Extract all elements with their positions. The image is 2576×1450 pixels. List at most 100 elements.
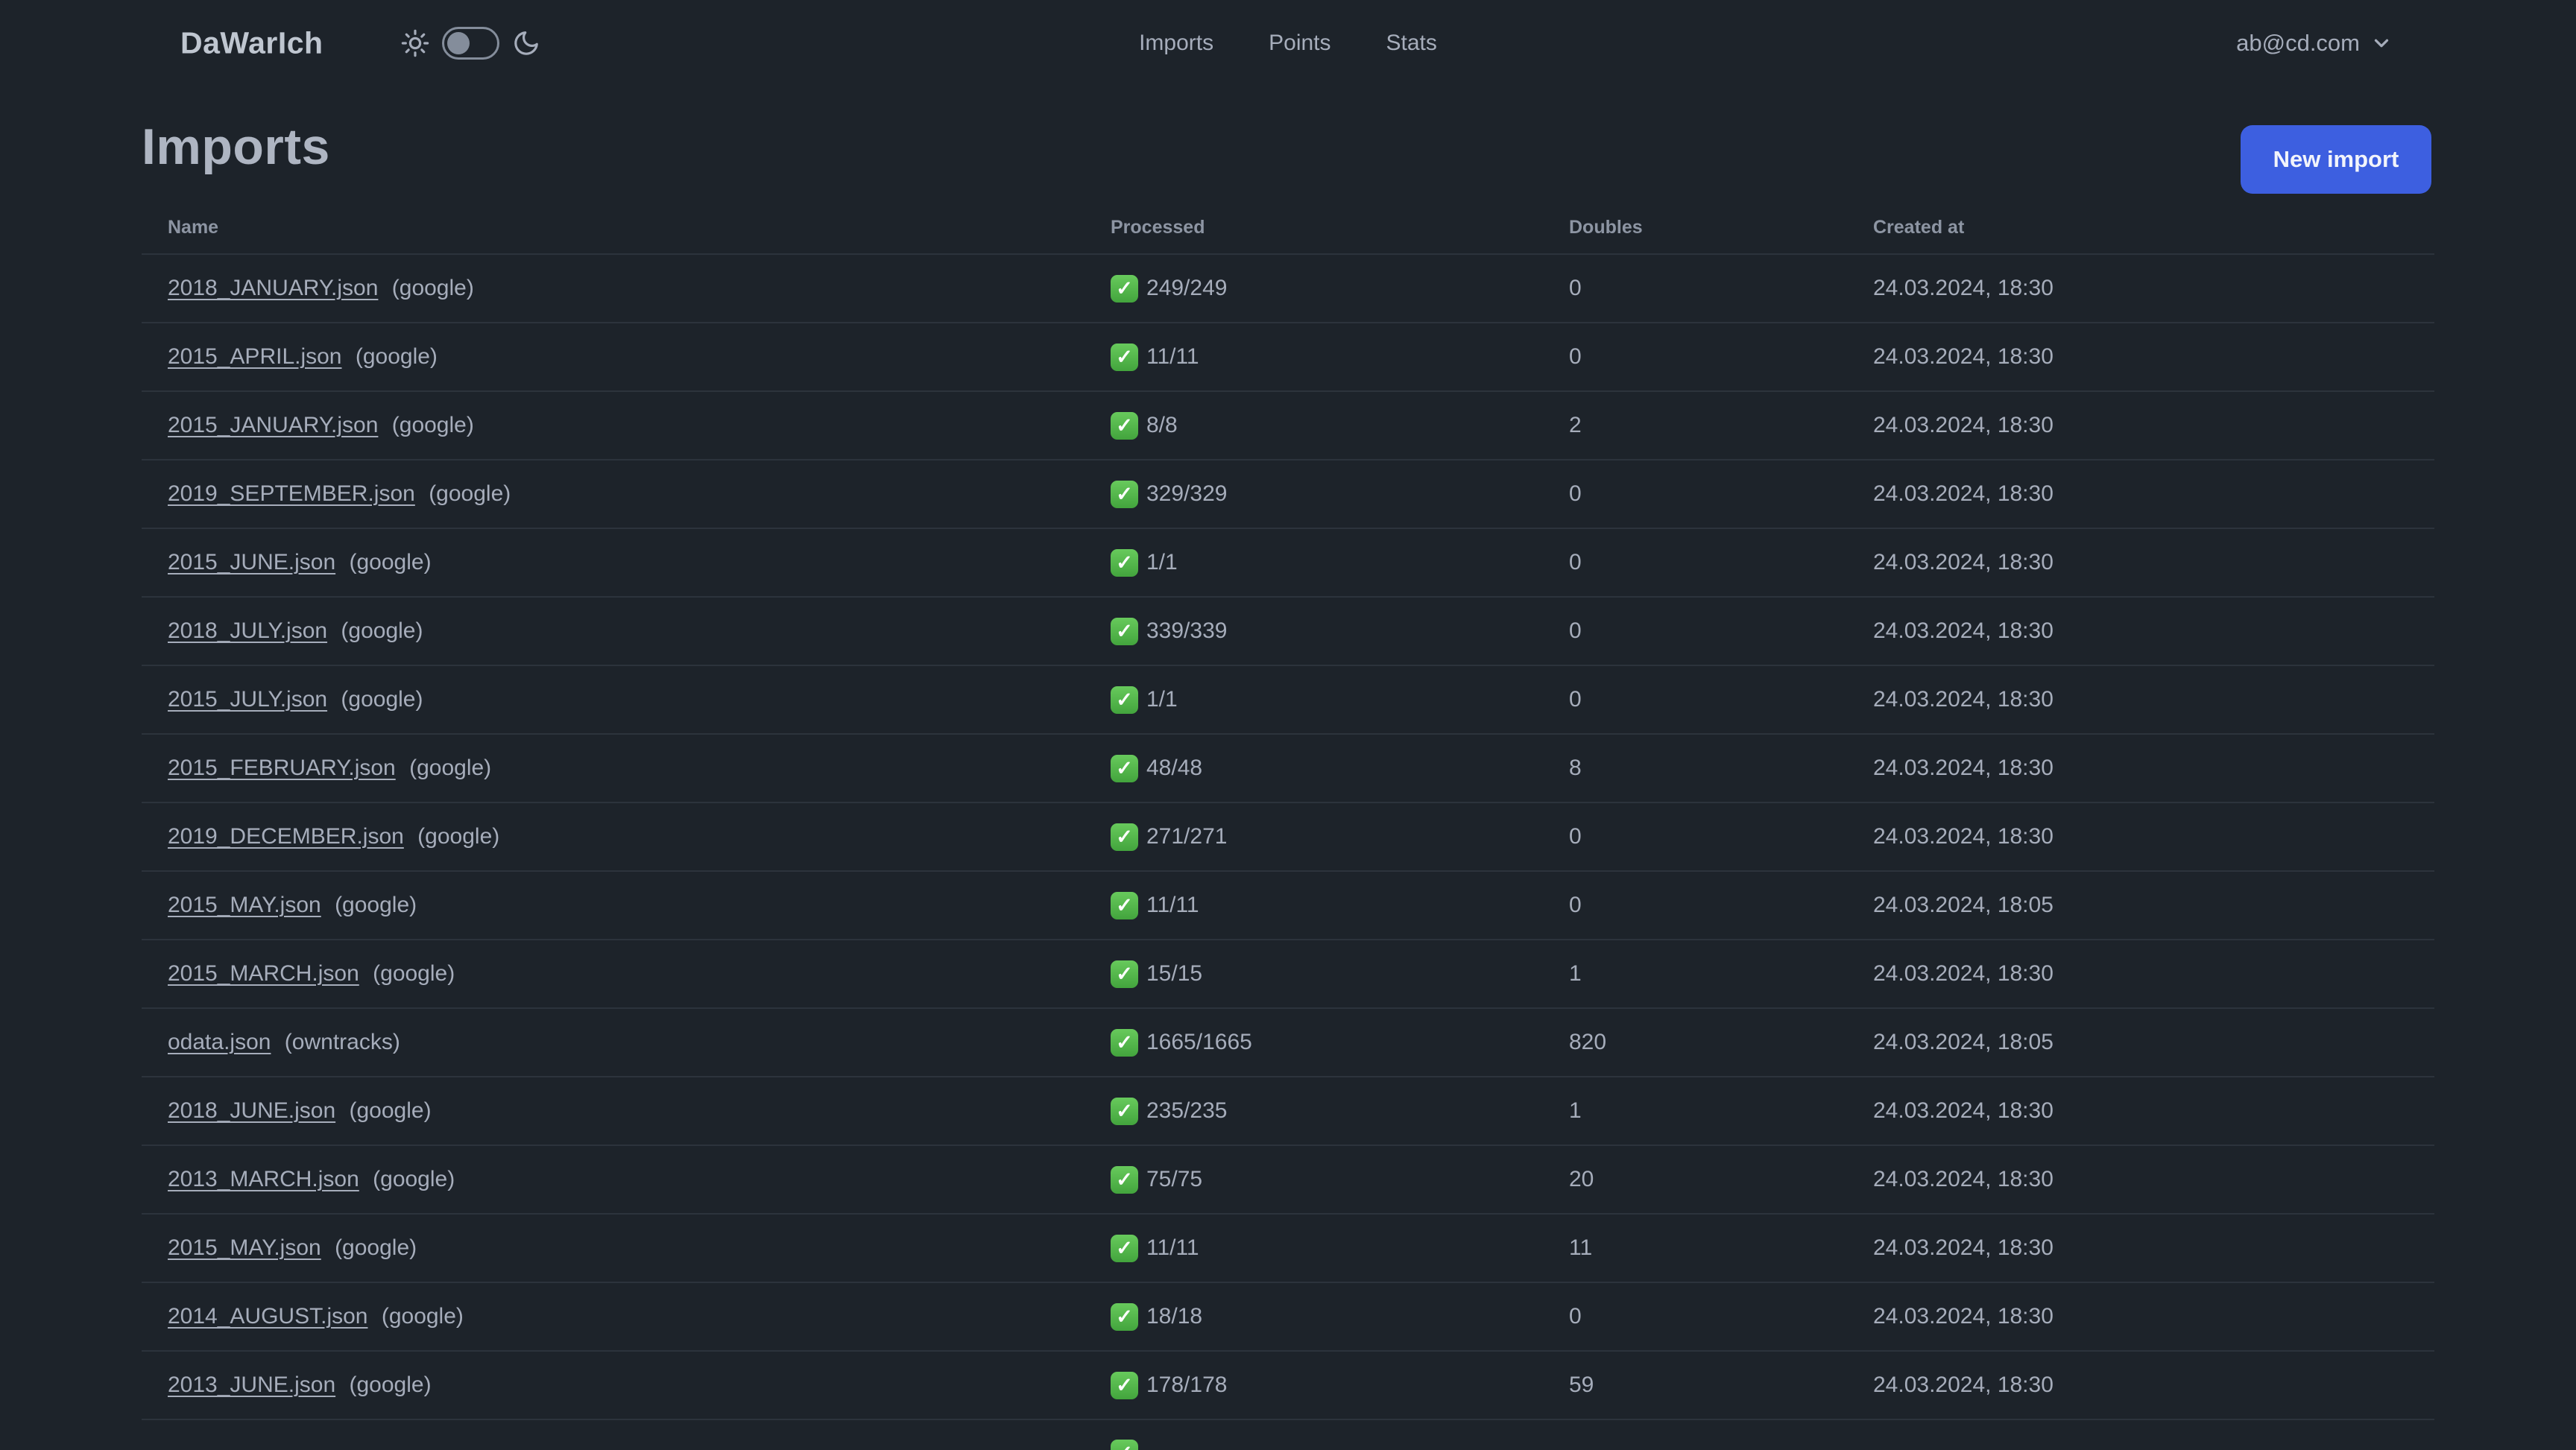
import-source-label: (google) <box>349 550 432 574</box>
processed-count: 249/249 <box>1146 276 1228 300</box>
table-row: 2015_MAY.json (google) ✓ 11/11 0 24.03.2… <box>142 870 2434 939</box>
import-file-link[interactable]: 2013_JUNE.json <box>168 1373 335 1397</box>
name-cell: 2019_DECEMBER.json (google) <box>142 824 1111 849</box>
processed-cell: ✓ 249/249 <box>1111 274 1569 303</box>
name-cell: 2019_SEPTEMBER.json (google) <box>142 481 1111 507</box>
created-at: 24.03.2024, 18:30 <box>1873 687 2053 712</box>
column-header-created-at: Created at <box>1873 216 1965 238</box>
theme-toggle-switch[interactable] <box>442 27 499 60</box>
success-check-icon: ✓ <box>1111 343 1138 371</box>
table-header-row: Name Processed Doubles Created at <box>142 201 2434 253</box>
name-cell: 2015_MAY.json (google) <box>142 893 1111 918</box>
sun-icon <box>401 29 429 57</box>
import-file-link[interactable]: 2018_JUNE.json <box>168 1098 335 1123</box>
import-file-link[interactable]: 2015_MAY.json <box>168 893 321 917</box>
created-at: 24.03.2024, 18:30 <box>1873 1373 2053 1397</box>
import-file-link[interactable]: 2018_JULY.json <box>168 618 327 643</box>
user-menu[interactable]: ab@cd.com <box>2236 30 2393 57</box>
name-cell: 2018_JUNE.json (google) <box>142 1098 1111 1124</box>
column-header-processed: Processed <box>1111 216 1205 238</box>
import-file-link[interactable]: odata.json <box>168 1030 271 1054</box>
created-at: 24.03.2024, 18:30 <box>1873 1098 2053 1123</box>
import-file-link[interactable]: 2015_FEBRUARY.json <box>168 756 396 780</box>
import-file-link[interactable]: 2019_DECEMBER.json <box>168 824 404 849</box>
created-at: 24.03.2024, 18:30 <box>1873 344 2053 369</box>
name-cell: 2015_JULY.json (google) <box>142 687 1111 712</box>
app-logo[interactable]: DaWarIch <box>180 26 323 61</box>
processed-count: 11/11 <box>1146 893 1199 917</box>
import-file-link[interactable]: 2013_MARCH.json <box>168 1167 359 1191</box>
doubles-count: 0 <box>1569 550 1582 574</box>
doubles-count: 0 <box>1569 824 1582 849</box>
import-file-link[interactable]: 2014_AUGUST.json <box>168 1304 367 1329</box>
doubles-count: 0 <box>1569 1304 1582 1329</box>
doubles-count: 0 <box>1569 481 1582 506</box>
import-file-link[interactable]: 2018_JANUARY.json <box>168 276 378 300</box>
nav-link-imports[interactable]: Imports <box>1139 31 1213 56</box>
table-row: 2018_JULY.json (google) ✓ 339/339 0 24.0… <box>142 596 2434 665</box>
success-check-icon: ✓ <box>1111 1440 1138 1450</box>
table-row-partial: ✓ <box>142 1419 2434 1450</box>
import-file-link[interactable]: 2015_MAY.json <box>168 1235 321 1260</box>
table-row: 2015_JUNE.json (google) ✓ 1/1 0 24.03.20… <box>142 528 2434 596</box>
import-file-link[interactable]: 2015_JUNE.json <box>168 550 335 574</box>
doubles-count: 1 <box>1569 961 1582 986</box>
import-source-label: (google) <box>381 1304 464 1329</box>
created-at: 24.03.2024, 18:30 <box>1873 824 2053 849</box>
processed-count: 11/11 <box>1146 1235 1199 1260</box>
success-check-icon: ✓ <box>1111 960 1138 988</box>
import-file-link[interactable]: 2015_JULY.json <box>168 687 327 712</box>
success-check-icon: ✓ <box>1111 754 1138 782</box>
table-row: 2015_JULY.json (google) ✓ 1/1 0 24.03.20… <box>142 665 2434 733</box>
processed-count: 48/48 <box>1146 756 1203 780</box>
processed-count: 329/329 <box>1146 481 1228 506</box>
success-check-icon: ✓ <box>1111 1097 1138 1125</box>
doubles-count: 820 <box>1569 1030 1607 1054</box>
import-file-link[interactable]: 2019_SEPTEMBER.json <box>168 481 415 506</box>
processed-count: 235/235 <box>1146 1098 1228 1123</box>
doubles-count: 8 <box>1569 756 1582 780</box>
new-import-button[interactable]: New import <box>2241 125 2431 194</box>
nav-link-stats[interactable]: Stats <box>1386 31 1437 56</box>
table-row: 2014_AUGUST.json (google) ✓ 18/18 0 24.0… <box>142 1282 2434 1350</box>
chevron-down-icon <box>2374 39 2389 48</box>
success-check-icon: ✓ <box>1111 823 1138 851</box>
success-check-icon: ✓ <box>1111 411 1138 440</box>
doubles-count: 11 <box>1569 1235 1593 1260</box>
success-check-icon: ✓ <box>1111 1165 1138 1194</box>
doubles-count: 20 <box>1569 1167 1594 1191</box>
processed-count: 271/271 <box>1146 824 1228 849</box>
created-at: 24.03.2024, 18:05 <box>1873 893 2053 917</box>
nav-link-points[interactable]: Points <box>1269 31 1330 56</box>
table-row: odata.json (owntracks) ✓ 1665/1665 820 2… <box>142 1007 2434 1076</box>
name-cell: 2018_JULY.json (google) <box>142 618 1111 644</box>
table-row: 2015_JANUARY.json (google) ✓ 8/8 2 24.03… <box>142 390 2434 459</box>
table-body: 2018_JANUARY.json (google) ✓ 249/249 0 2… <box>142 253 2434 1419</box>
import-source-label: (google) <box>341 687 423 712</box>
import-file-link[interactable]: 2015_JANUARY.json <box>168 413 378 437</box>
name-cell: 2014_AUGUST.json (google) <box>142 1304 1111 1329</box>
processed-count: 15/15 <box>1146 961 1203 986</box>
table-row: 2019_DECEMBER.json (google) ✓ 271/271 0 … <box>142 802 2434 870</box>
processed-cell: ✓ 15/15 <box>1111 960 1569 988</box>
import-file-link[interactable]: 2015_APRIL.json <box>168 344 342 369</box>
processed-cell: ✓ 11/11 <box>1111 891 1569 919</box>
success-check-icon: ✓ <box>1111 1371 1138 1399</box>
created-at: 24.03.2024, 18:30 <box>1873 618 2053 643</box>
doubles-count: 0 <box>1569 893 1582 917</box>
success-check-icon: ✓ <box>1111 548 1138 577</box>
success-check-icon: ✓ <box>1111 274 1138 303</box>
import-source-label: (google) <box>335 893 417 917</box>
processed-cell: ✓ 1/1 <box>1111 686 1569 714</box>
processed-cell: ✓ 1/1 <box>1111 548 1569 577</box>
success-check-icon: ✓ <box>1111 891 1138 919</box>
table-row: 2015_APRIL.json (google) ✓ 11/11 0 24.03… <box>142 322 2434 390</box>
import-file-link[interactable]: 2015_MARCH.json <box>168 961 359 986</box>
import-source-label: (google) <box>349 1098 432 1123</box>
processed-count: 178/178 <box>1146 1373 1228 1397</box>
processed-cell: ✓ 11/11 <box>1111 1234 1569 1262</box>
imports-table: Name Processed Doubles Created at 2018_J… <box>142 201 2434 1450</box>
table-row: 2015_FEBRUARY.json (google) ✓ 48/48 8 24… <box>142 733 2434 802</box>
import-source-label: (google) <box>429 481 511 506</box>
created-at: 24.03.2024, 18:30 <box>1873 276 2053 300</box>
